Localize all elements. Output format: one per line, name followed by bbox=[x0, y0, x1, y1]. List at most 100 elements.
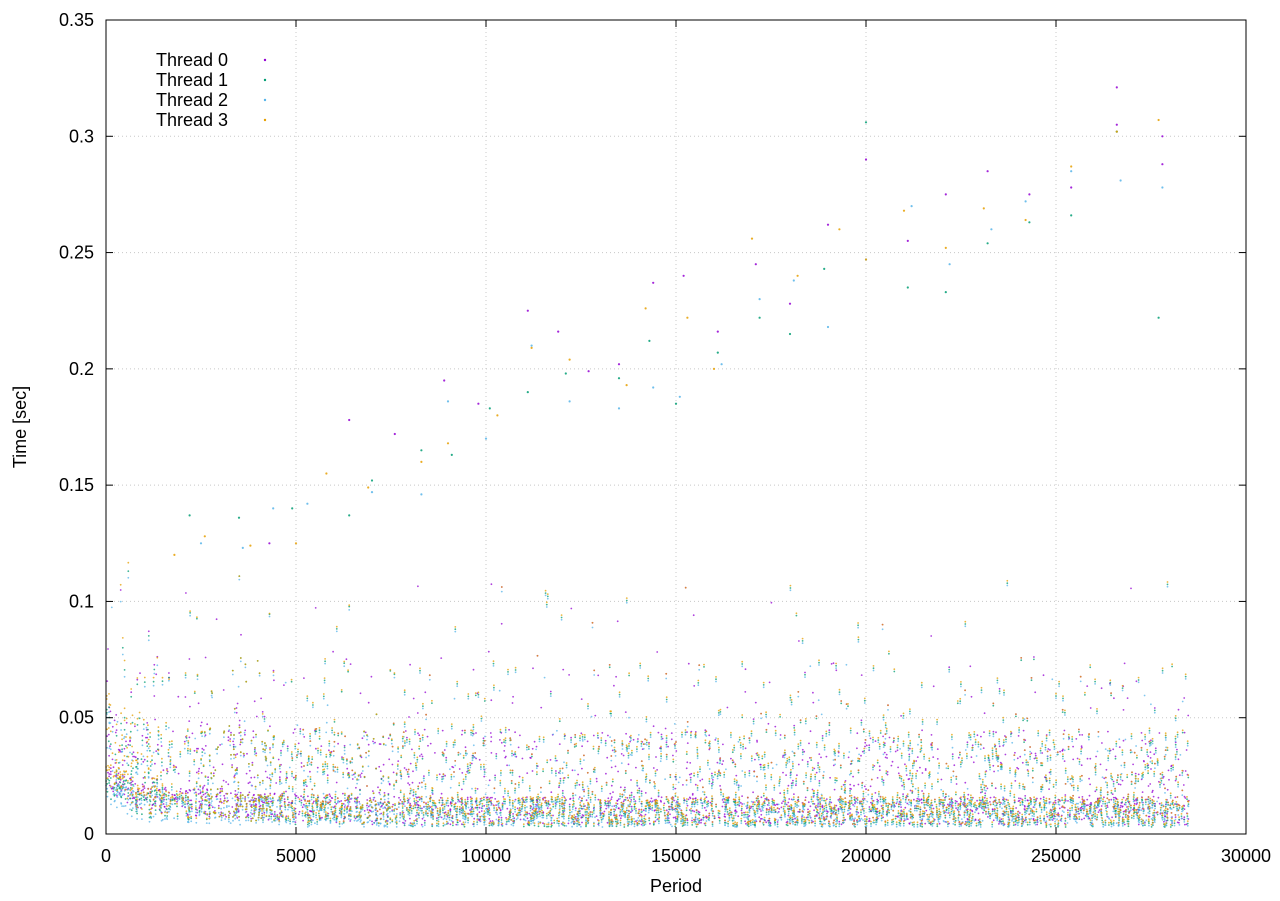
data-point bbox=[760, 810, 762, 812]
data-point bbox=[253, 794, 255, 796]
data-point bbox=[189, 658, 191, 660]
data-point bbox=[377, 786, 379, 788]
outlier-point bbox=[945, 193, 947, 195]
data-point bbox=[360, 776, 362, 778]
data-point bbox=[887, 822, 889, 824]
data-point bbox=[768, 802, 770, 804]
data-point bbox=[908, 747, 910, 749]
data-point bbox=[729, 810, 731, 812]
data-point bbox=[219, 744, 221, 746]
data-point bbox=[864, 786, 866, 788]
data-point bbox=[187, 730, 189, 732]
outlier-point bbox=[477, 403, 479, 405]
data-point bbox=[793, 727, 795, 729]
data-point bbox=[1019, 785, 1021, 787]
data-point bbox=[1133, 807, 1135, 809]
data-point bbox=[658, 820, 660, 822]
data-point bbox=[467, 766, 469, 768]
data-point bbox=[1096, 710, 1098, 712]
data-point bbox=[323, 771, 325, 773]
data-point bbox=[555, 772, 557, 774]
data-point bbox=[671, 732, 673, 734]
data-point bbox=[829, 777, 831, 779]
data-point bbox=[187, 742, 189, 744]
data-point bbox=[177, 696, 179, 698]
data-point bbox=[223, 795, 225, 797]
data-point bbox=[612, 791, 614, 793]
data-point bbox=[1003, 741, 1005, 743]
data-point bbox=[189, 772, 191, 774]
outlier-point bbox=[527, 310, 529, 312]
data-point bbox=[898, 812, 900, 814]
data-point bbox=[954, 824, 956, 826]
data-point bbox=[872, 766, 874, 768]
data-point bbox=[773, 787, 775, 789]
data-point bbox=[787, 802, 789, 804]
data-point bbox=[1153, 753, 1155, 755]
data-point bbox=[819, 769, 821, 771]
data-point bbox=[1018, 729, 1020, 731]
data-point bbox=[1043, 796, 1045, 798]
data-point bbox=[467, 696, 469, 698]
data-point bbox=[653, 767, 655, 769]
data-point bbox=[477, 788, 479, 790]
data-point bbox=[302, 813, 304, 815]
data-point bbox=[838, 810, 840, 812]
data-point bbox=[655, 816, 657, 818]
data-point bbox=[193, 761, 195, 763]
data-point bbox=[1081, 764, 1083, 766]
data-point bbox=[810, 759, 812, 761]
data-point bbox=[291, 753, 293, 755]
data-point bbox=[833, 662, 835, 664]
data-point bbox=[413, 791, 415, 793]
data-point bbox=[793, 793, 795, 795]
data-point bbox=[294, 746, 296, 748]
data-point bbox=[880, 732, 882, 734]
data-point bbox=[796, 615, 798, 617]
data-point bbox=[406, 739, 408, 741]
data-point bbox=[763, 824, 765, 826]
data-point bbox=[960, 764, 962, 766]
data-point bbox=[745, 747, 747, 749]
data-point bbox=[904, 807, 906, 809]
data-point bbox=[254, 700, 256, 702]
data-point bbox=[1088, 778, 1090, 780]
data-point bbox=[381, 805, 383, 807]
data-point bbox=[149, 750, 151, 752]
data-point bbox=[611, 767, 613, 769]
data-point bbox=[939, 823, 941, 825]
data-point bbox=[127, 744, 129, 746]
data-point bbox=[339, 823, 341, 825]
data-point bbox=[108, 776, 110, 778]
data-point bbox=[658, 811, 660, 813]
data-point bbox=[582, 786, 584, 788]
data-point bbox=[413, 698, 415, 700]
data-point bbox=[766, 799, 768, 801]
data-point bbox=[228, 736, 230, 738]
data-point bbox=[404, 723, 406, 725]
data-point bbox=[518, 747, 520, 749]
data-point bbox=[577, 774, 579, 776]
data-point bbox=[318, 813, 320, 815]
data-point bbox=[903, 715, 905, 717]
data-point bbox=[700, 819, 702, 821]
data-point bbox=[896, 824, 898, 826]
data-point bbox=[299, 811, 301, 813]
data-point bbox=[992, 756, 994, 758]
data-point bbox=[925, 769, 927, 771]
data-point bbox=[582, 816, 584, 818]
data-point bbox=[463, 757, 465, 759]
data-point bbox=[437, 730, 439, 732]
data-point bbox=[672, 786, 674, 788]
data-point bbox=[1024, 795, 1026, 797]
data-point bbox=[909, 742, 911, 744]
data-point bbox=[1053, 742, 1055, 744]
data-point bbox=[869, 808, 871, 810]
data-point bbox=[623, 755, 625, 757]
data-point bbox=[1073, 787, 1075, 789]
data-point bbox=[1028, 805, 1030, 807]
data-point bbox=[931, 786, 933, 788]
data-point bbox=[955, 800, 957, 802]
data-point bbox=[600, 739, 602, 741]
data-point bbox=[298, 813, 300, 815]
